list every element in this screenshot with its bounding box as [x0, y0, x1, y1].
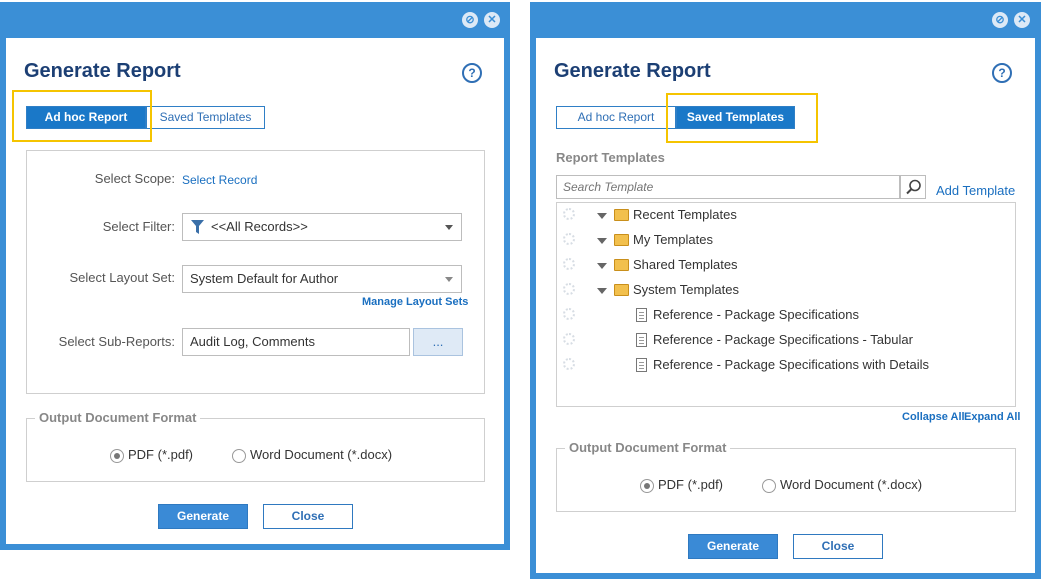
gear-icon[interactable]	[563, 258, 575, 270]
word-radio[interactable]	[232, 449, 246, 463]
highlight-box	[12, 90, 152, 142]
document-icon	[636, 333, 647, 347]
word-radio[interactable]	[762, 479, 776, 493]
tree-row-template[interactable]: Reference - Package Specifications	[557, 303, 1015, 328]
tree-item-label: Reference - Package Specifications with …	[653, 357, 930, 372]
close-icon[interactable]: ✕	[1014, 12, 1030, 28]
filter-icon	[191, 220, 204, 234]
sub-reports-value: Audit Log, Comments	[190, 334, 316, 349]
filter-label: Select Filter:	[102, 219, 175, 234]
highlight-box	[666, 93, 818, 143]
search-button[interactable]	[900, 175, 926, 199]
chevron-down-icon[interactable]	[597, 288, 607, 294]
search-icon	[906, 179, 921, 195]
filter-value: <<All Records>>	[211, 219, 308, 234]
filter-select[interactable]: <<All Records>>	[182, 213, 462, 241]
minimize-icon[interactable]: ⊘	[992, 12, 1008, 28]
folder-icon	[614, 234, 629, 246]
gear-icon[interactable]	[563, 358, 575, 370]
report-templates-heading: Report Templates	[556, 150, 665, 165]
output-format-panel: Output Document Format PDF (*.pdf) Word …	[26, 410, 485, 482]
tree-item-label: Reference - Package Specifications - Tab…	[653, 332, 913, 347]
collapse-all-link[interactable]: Collapse All	[902, 411, 965, 423]
folder-icon	[614, 284, 629, 296]
close-button[interactable]: Close	[263, 504, 353, 529]
layout-set-value: System Default for Author	[190, 271, 339, 286]
minimize-icon[interactable]: ⊘	[462, 12, 478, 28]
folder-icon	[614, 259, 629, 271]
sub-reports-label: Select Sub-Reports:	[58, 334, 175, 349]
search-template-input[interactable]	[556, 175, 900, 199]
word-radio-label: Word Document (*.docx)	[250, 447, 393, 462]
dialog-title: Generate Report	[24, 60, 181, 82]
adhoc-options-panel: Select Scope: Select Record Select Filte…	[26, 150, 485, 394]
sub-reports-field[interactable]: Audit Log, Comments	[182, 328, 410, 356]
chevron-down-icon[interactable]	[597, 263, 607, 269]
help-icon[interactable]: ?	[992, 63, 1012, 83]
generate-report-dialog-adhoc: ⊘ ✕ Generate Report ? Ad hoc Report Save…	[0, 2, 510, 550]
tree-row-my-templates[interactable]: My Templates	[557, 228, 1015, 253]
close-icon[interactable]: ✕	[484, 12, 500, 28]
tree-item-label: Recent Templates	[633, 207, 737, 222]
gear-icon[interactable]	[563, 283, 575, 295]
close-button[interactable]: Close	[793, 534, 883, 559]
tab-saved-templates[interactable]: Saved Templates	[146, 106, 265, 129]
template-tree: Recent Templates My Templates Shared Tem…	[556, 202, 1016, 407]
add-template-link[interactable]: Add Template	[936, 183, 1015, 198]
tree-item-label: Shared Templates	[633, 257, 738, 272]
dialog-body: Generate Report ? Ad hoc Report Saved Te…	[6, 38, 504, 544]
folder-icon	[614, 209, 629, 221]
output-format-legend: Output Document Format	[35, 410, 201, 425]
gear-icon[interactable]	[563, 208, 575, 220]
tree-item-label: My Templates	[633, 232, 713, 247]
pdf-radio-label: PDF (*.pdf)	[128, 447, 194, 462]
manage-layout-sets-link[interactable]: Manage Layout Sets	[362, 296, 468, 308]
pdf-radio-label: PDF (*.pdf)	[658, 477, 724, 492]
pdf-radio[interactable]	[640, 479, 654, 493]
browse-sub-reports-button[interactable]: ...	[413, 328, 463, 356]
chevron-down-icon[interactable]	[597, 213, 607, 219]
expand-all-link[interactable]: Expand All	[964, 411, 1020, 423]
tree-row-recent-templates[interactable]: Recent Templates	[557, 203, 1015, 228]
tree-item-label: Reference - Package Specifications	[653, 307, 859, 322]
tree-row-template[interactable]: Reference - Package Specifications - Tab…	[557, 328, 1015, 353]
pdf-radio[interactable]	[110, 449, 124, 463]
gear-icon[interactable]	[563, 333, 575, 345]
chevron-down-icon	[445, 225, 453, 230]
chevron-down-icon[interactable]	[597, 238, 607, 244]
chevron-down-icon	[445, 277, 453, 282]
tree-row-shared-templates[interactable]: Shared Templates	[557, 253, 1015, 278]
generate-button[interactable]: Generate	[688, 534, 778, 559]
generate-report-dialog-saved-templates: ⊘ ✕ Generate Report ? Ad hoc Report Save…	[530, 2, 1041, 579]
tab-ad-hoc-report[interactable]: Ad hoc Report	[556, 106, 676, 129]
help-icon[interactable]: ?	[462, 63, 482, 83]
output-format-legend: Output Document Format	[565, 440, 731, 455]
output-format-panel: Output Document Format PDF (*.pdf) Word …	[556, 440, 1016, 512]
tree-row-system-templates[interactable]: System Templates	[557, 278, 1015, 303]
tree-item-label: System Templates	[633, 282, 739, 297]
gear-icon[interactable]	[563, 233, 575, 245]
gear-icon[interactable]	[563, 308, 575, 320]
scope-label: Select Scope:	[94, 171, 175, 186]
select-record-link[interactable]: Select Record	[182, 173, 257, 187]
tree-row-template[interactable]: Reference - Package Specifications with …	[557, 353, 1015, 378]
dialog-body: Generate Report ? Ad hoc Report Saved Te…	[536, 38, 1035, 573]
word-radio-label: Word Document (*.docx)	[780, 477, 923, 492]
dialog-title: Generate Report	[554, 60, 711, 82]
document-icon	[636, 308, 647, 322]
layout-set-select[interactable]: System Default for Author	[182, 265, 462, 293]
layout-set-label: Select Layout Set:	[69, 270, 175, 285]
generate-button[interactable]: Generate	[158, 504, 248, 529]
document-icon	[636, 358, 647, 372]
